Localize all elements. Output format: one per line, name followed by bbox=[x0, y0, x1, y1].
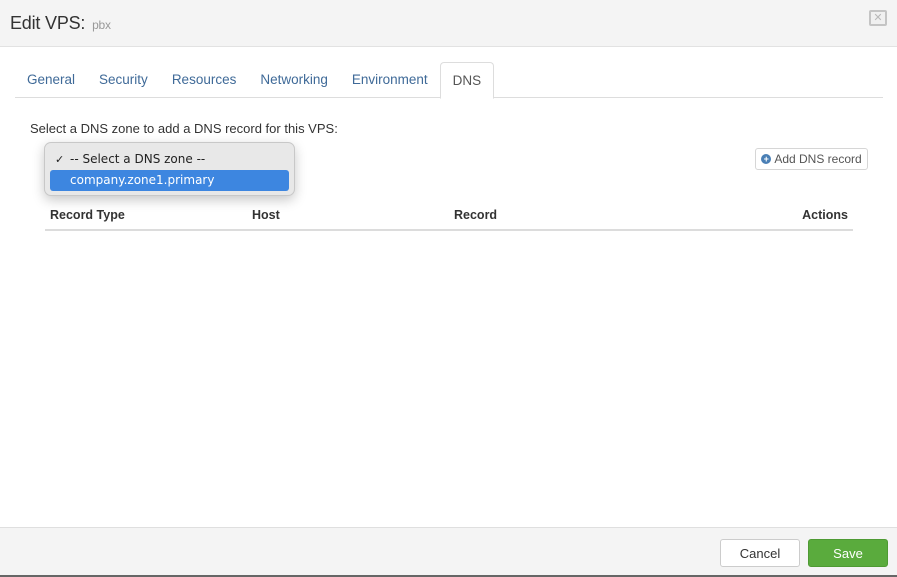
close-icon: ✕ bbox=[873, 11, 883, 24]
dropdown-option[interactable]: ✓ -- Select a DNS zone -- bbox=[45, 149, 294, 170]
modal-header: Edit VPS: pbx ✕ bbox=[0, 0, 897, 47]
vps-name: pbx bbox=[92, 18, 111, 32]
dns-records-table-header: Record Type Host Record Actions bbox=[45, 202, 853, 231]
tab-bar: General Security Resources Networking En… bbox=[15, 62, 883, 99]
add-dns-record-label: Add DNS record bbox=[774, 152, 862, 166]
close-button[interactable]: ✕ bbox=[869, 10, 887, 26]
add-dns-record-button[interactable]: + Add DNS record bbox=[755, 148, 868, 170]
tab-environment[interactable]: Environment bbox=[340, 62, 440, 98]
tab-networking[interactable]: Networking bbox=[248, 62, 340, 98]
plus-circle-icon: + bbox=[761, 154, 772, 164]
column-record: Record bbox=[454, 208, 498, 222]
dns-instruction: Select a DNS zone to add a DNS record fo… bbox=[30, 121, 338, 136]
column-record-type: Record Type bbox=[50, 208, 125, 222]
cancel-button[interactable]: Cancel bbox=[720, 539, 800, 567]
column-actions: Actions bbox=[802, 208, 848, 222]
dns-zone-dropdown[interactable]: ✓ -- Select a DNS zone -- company.zone1.… bbox=[44, 142, 295, 196]
tab-general[interactable]: General bbox=[15, 62, 87, 98]
tab-resources[interactable]: Resources bbox=[160, 62, 249, 98]
tab-dns[interactable]: DNS bbox=[439, 62, 495, 99]
option-label: -- Select a DNS zone -- bbox=[70, 152, 206, 166]
dropdown-option[interactable]: company.zone1.primary bbox=[50, 170, 289, 191]
save-button[interactable]: Save bbox=[808, 539, 888, 567]
title-text: Edit VPS: bbox=[10, 13, 86, 33]
modal-footer: Cancel Save bbox=[0, 527, 897, 577]
tab-security[interactable]: Security bbox=[87, 62, 160, 98]
checkmark-icon: ✓ bbox=[55, 153, 65, 166]
option-label: company.zone1.primary bbox=[70, 173, 215, 187]
column-host: Host bbox=[252, 208, 280, 222]
modal-title: Edit VPS: pbx bbox=[10, 13, 111, 34]
